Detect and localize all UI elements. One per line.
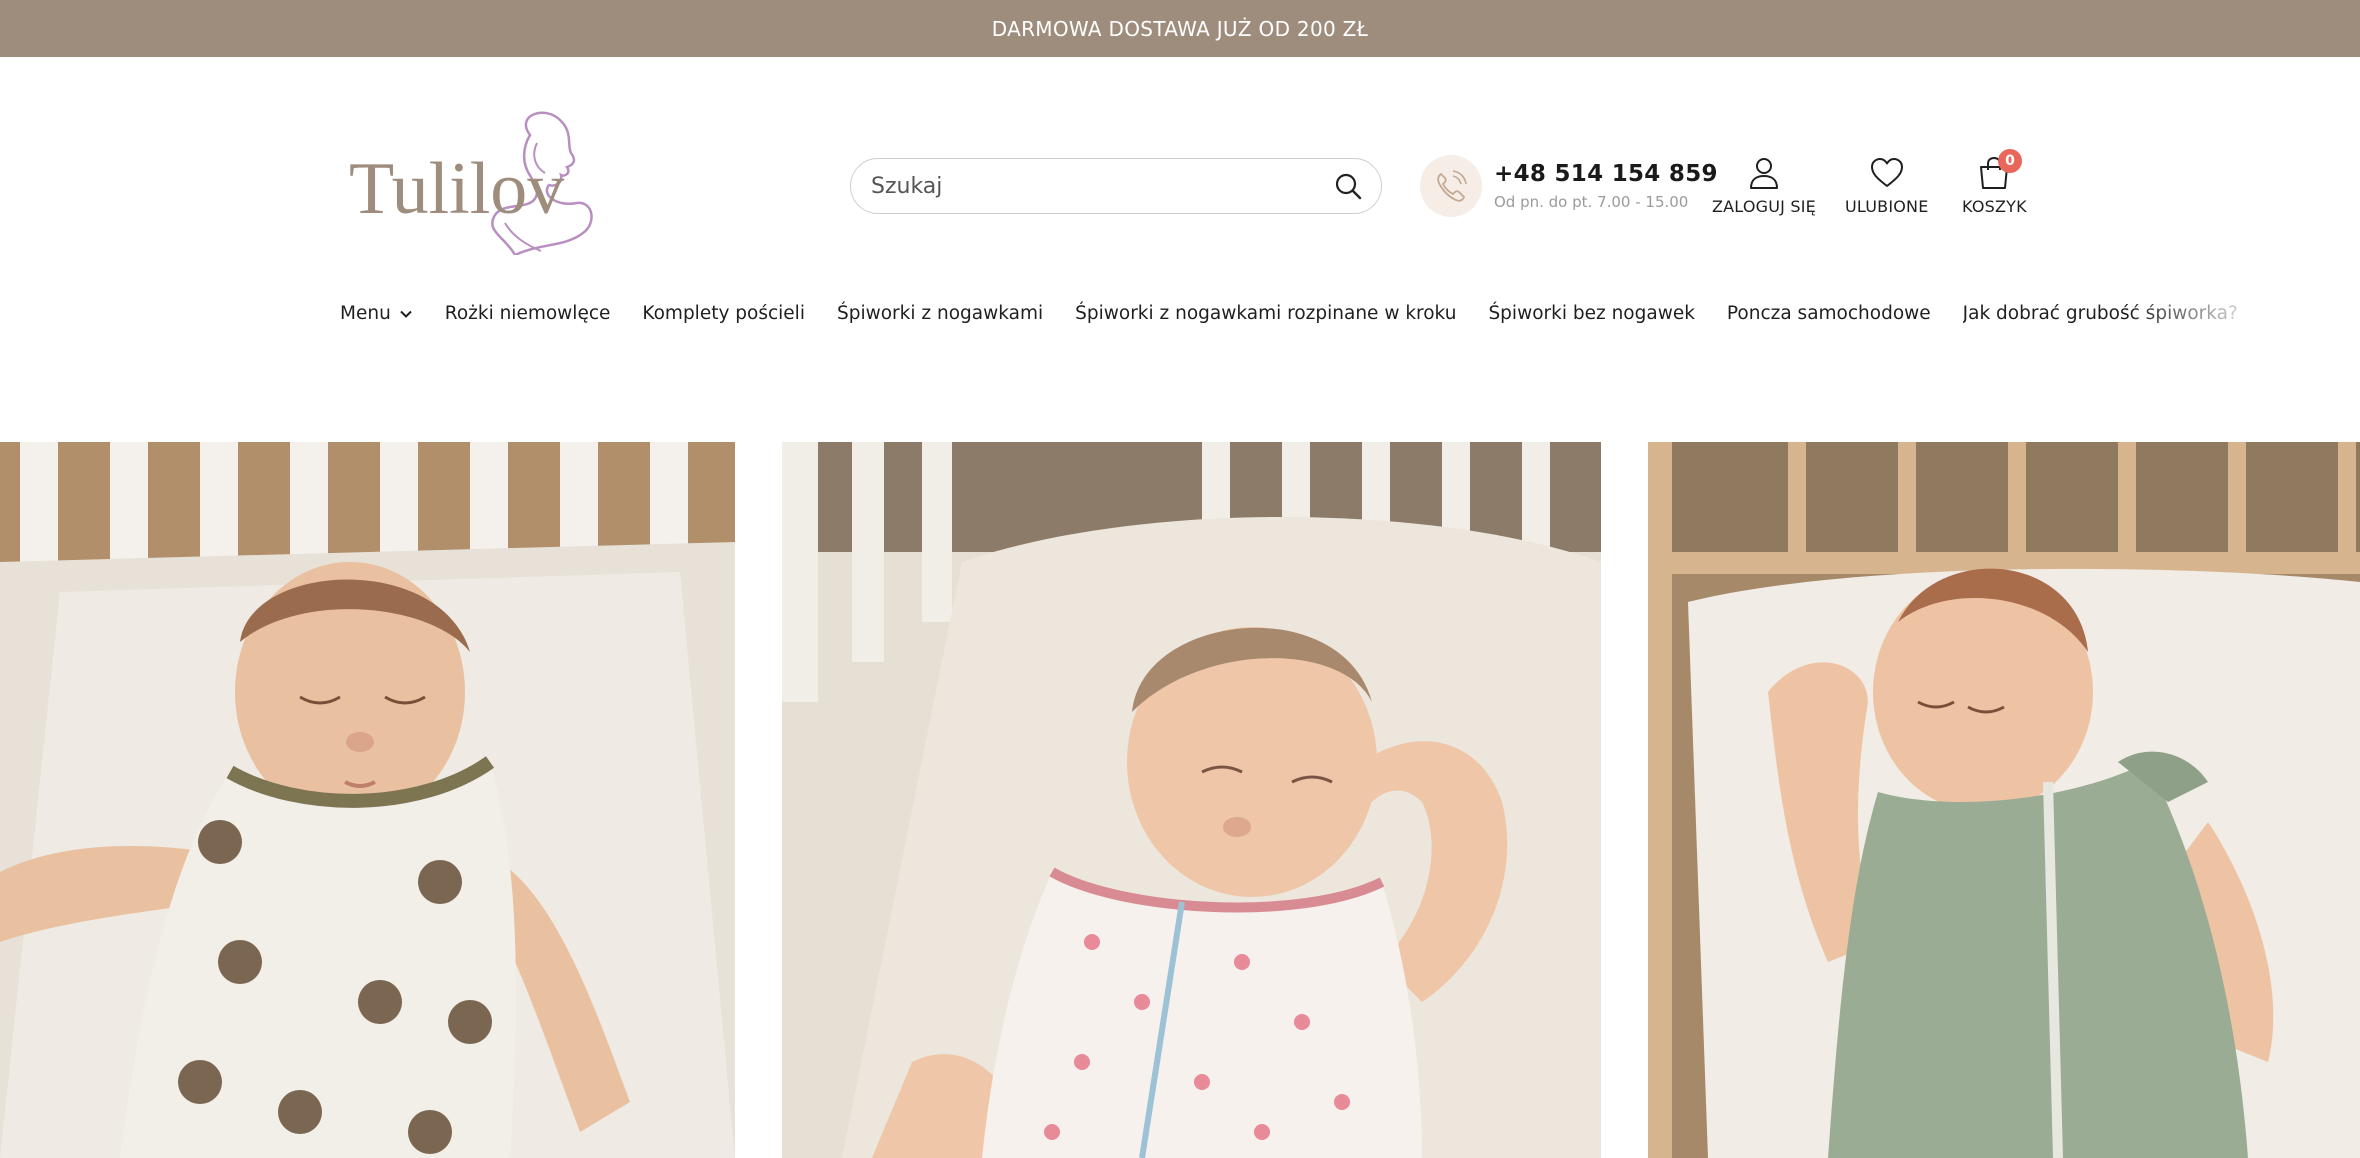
promo-bar: DARMOWA DOSTAWA JUŻ OD 200 ZŁ xyxy=(0,0,2360,57)
logo-image: Tulilov xyxy=(349,111,593,257)
nav-item-jak-dobrac[interactable]: Jak dobrać grubość śpiworka? xyxy=(1963,303,2238,324)
cart-label: KOSZYK xyxy=(1962,197,2027,216)
phone-hours: Od pn. do pt. 7.00 - 15.00 xyxy=(1494,193,1689,211)
cart-button[interactable]: 0 KOSZYK xyxy=(1962,149,2027,216)
favorites-label: ULUBIONE xyxy=(1845,197,1929,216)
nav-item-label: Menu xyxy=(340,303,391,324)
product-image-hearts[interactable] xyxy=(782,442,1601,1158)
phone-contact[interactable]: +48 514 154 859 Od pn. do pt. 7.00 - 15.… xyxy=(1420,155,1718,217)
phone-text: +48 514 154 859 Od pn. do pt. 7.00 - 15.… xyxy=(1494,161,1718,211)
nav-item-komplety-poscieli[interactable]: Komplety pościeli xyxy=(642,303,805,324)
product-image-teddy[interactable] xyxy=(0,442,735,1158)
phone-icon xyxy=(1420,155,1482,217)
search-input[interactable] xyxy=(871,173,1333,199)
logo[interactable]: Tulilov xyxy=(345,105,605,257)
favorites-button[interactable]: ULUBIONE xyxy=(1845,155,1929,216)
search-icon[interactable] xyxy=(1333,171,1363,201)
main-nav: Menu Rożki niemowlęce Komplety pościeli … xyxy=(340,303,2238,324)
nav-item-rozki[interactable]: Rożki niemowlęce xyxy=(445,303,611,324)
nav-item-menu[interactable]: Menu xyxy=(340,303,413,324)
logo-text: Tulilov xyxy=(349,148,564,230)
cart-count-badge: 0 xyxy=(1998,149,2022,173)
product-image-sage[interactable] xyxy=(1648,442,2360,1158)
user-icon xyxy=(1746,155,1782,191)
heart-icon xyxy=(1869,155,1905,191)
login-label: ZALOGUJ SIĘ xyxy=(1712,197,1816,216)
nav-item-spiworki-bez-nogawek[interactable]: Śpiworki bez nogawek xyxy=(1488,303,1694,324)
search-bar xyxy=(850,158,1382,214)
chevron-down-icon xyxy=(399,307,413,321)
nav-item-spiworki-rozpinane[interactable]: Śpiworki z nogawkami rozpinane w kroku xyxy=(1075,303,1456,324)
phone-number[interactable]: +48 514 154 859 xyxy=(1494,161,1718,187)
nav-item-spiworki-z-nogawkami[interactable]: Śpiworki z nogawkami xyxy=(837,303,1043,324)
login-button[interactable]: ZALOGUJ SIĘ xyxy=(1712,155,1816,216)
nav-item-poncza[interactable]: Poncza samochodowe xyxy=(1727,303,1931,324)
promo-text: DARMOWA DOSTAWA JUŻ OD 200 ZŁ xyxy=(991,16,1369,41)
